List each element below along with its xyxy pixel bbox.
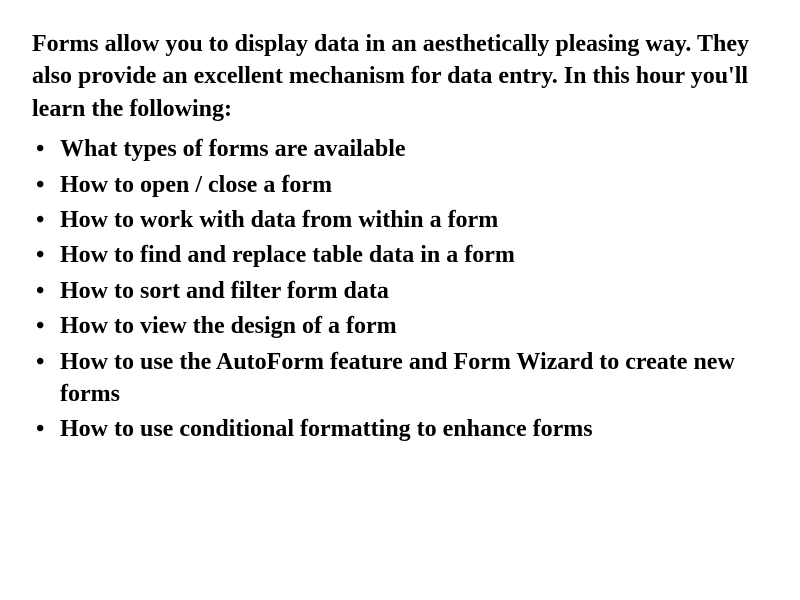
list-item: How to sort and filter form data [32, 275, 768, 307]
list-item: How to find and replace table data in a … [32, 239, 768, 271]
topics-list: What types of forms are available How to… [32, 133, 768, 446]
list-item: How to use conditional formatting to enh… [32, 413, 768, 445]
list-item: How to open / close a form [32, 169, 768, 201]
list-item: How to view the design of a form [32, 310, 768, 342]
list-item: How to use the AutoForm feature and Form… [32, 346, 768, 411]
intro-paragraph: Forms allow you to display data in an ae… [32, 28, 768, 125]
list-item: What types of forms are available [32, 133, 768, 165]
list-item: How to work with data from within a form [32, 204, 768, 236]
